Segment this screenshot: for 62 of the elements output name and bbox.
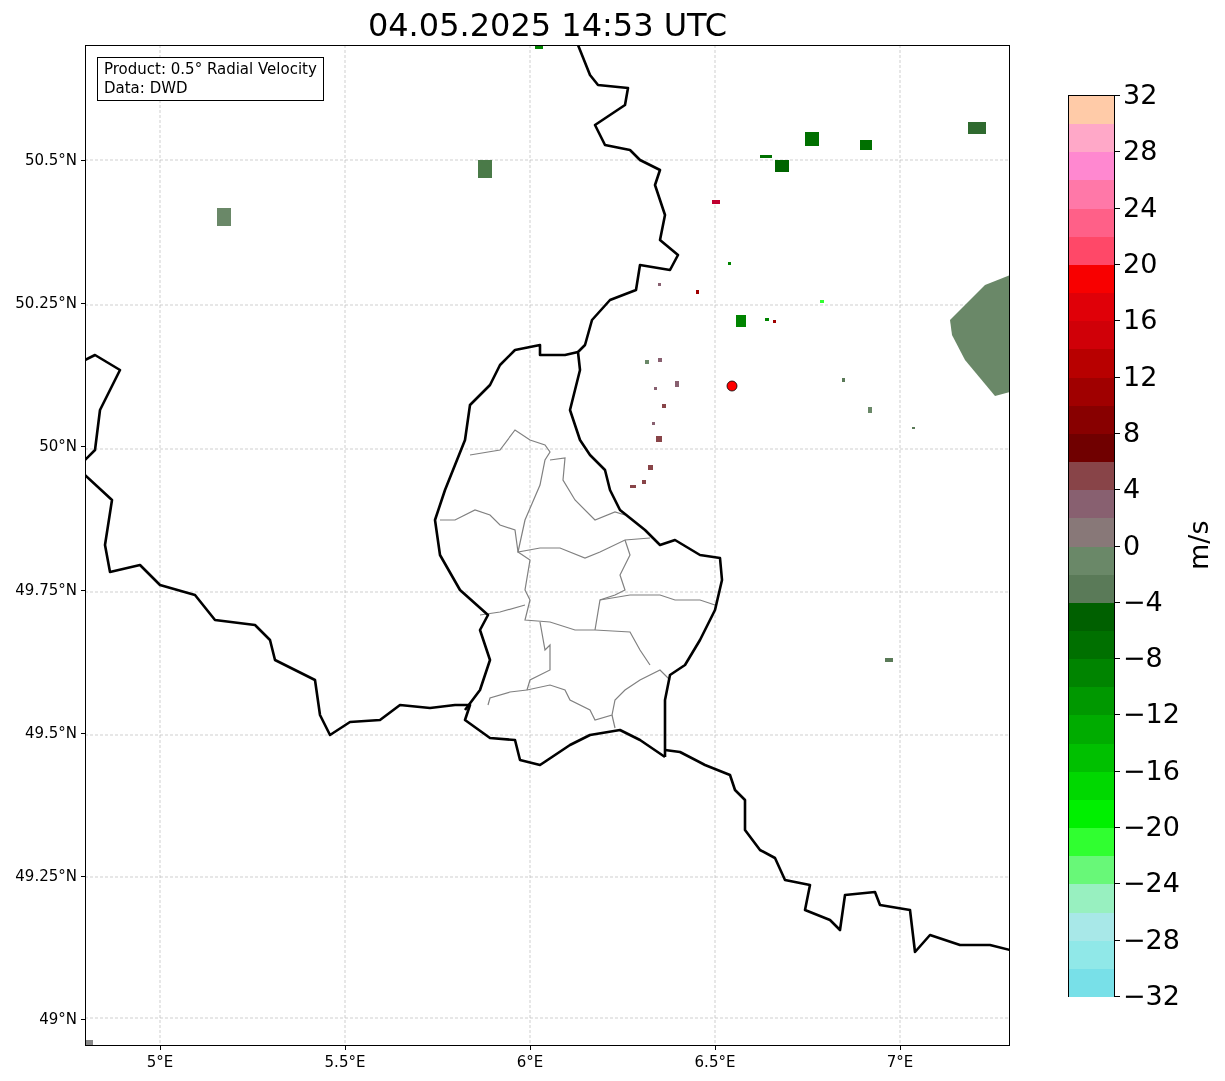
radar-echo — [760, 155, 772, 158]
radar-echo — [478, 160, 492, 178]
colorbar-tick-label: −12 — [1123, 698, 1180, 731]
radar-echo — [842, 378, 845, 382]
colorbar-tick-label: 12 — [1123, 360, 1158, 393]
radar-echo — [775, 160, 789, 172]
radar-echo — [860, 140, 872, 150]
radar-echo — [696, 290, 699, 294]
axis-tick-label: 7°E — [885, 1053, 915, 1071]
colorbar-tick-label: 4 — [1123, 473, 1141, 506]
radar-echo — [968, 122, 986, 134]
radar-echo — [675, 381, 679, 387]
axis-tick-label: 6°E — [515, 1053, 545, 1071]
radar-echo — [658, 283, 661, 286]
colorbar-tick-label: −4 — [1123, 585, 1163, 618]
axis-tick-label: 5.5°E — [323, 1053, 367, 1071]
axis-tick-label: 50°N — [39, 437, 77, 456]
axis-tick-label: 50.25°N — [15, 294, 77, 313]
radar-echo — [648, 465, 653, 470]
radar-echo — [728, 262, 731, 265]
radar-echo — [645, 360, 649, 364]
colorbar-tick-label: 0 — [1123, 529, 1141, 562]
colorbar-tick-label: 20 — [1123, 247, 1158, 280]
legend-text: Data: DWD — [104, 79, 189, 98]
colorbar-label: m/s — [1183, 520, 1215, 570]
radar-echo — [656, 436, 662, 442]
colorbar-tick-label: 16 — [1123, 304, 1158, 337]
radar-echo — [86, 1040, 93, 1045]
colorbar-tick-label: 32 — [1123, 79, 1158, 111]
axis-tick-label: 49.75°N — [15, 580, 77, 599]
colorbar-tick-label: −8 — [1123, 642, 1163, 675]
radar-echo — [885, 658, 893, 662]
axis-tick-label: 49°N — [39, 1010, 77, 1029]
radar-echo — [805, 132, 819, 146]
colorbar-tick-label: 24 — [1123, 191, 1158, 224]
axis-tick-label: 49.25°N — [15, 867, 77, 885]
radar-echo — [712, 200, 720, 204]
radar-site-marker — [726, 380, 738, 392]
radar-echo — [662, 404, 666, 408]
radar-echo — [658, 358, 662, 362]
colorbar-tick-label: −20 — [1123, 811, 1180, 844]
axis-tick-label: 6.5°E — [693, 1053, 737, 1071]
radar-echo — [652, 422, 655, 425]
axis-tick-label: 5°E — [145, 1053, 175, 1071]
colorbar-tick-label: −24 — [1123, 867, 1180, 900]
colorbar-tick-label: −16 — [1123, 754, 1180, 787]
radar-echo — [736, 315, 746, 327]
chart-title: 04.05.2025 14:53 UTC — [367, 5, 728, 45]
axis-tick-label: 49.5°N — [24, 723, 77, 742]
colorbar-tick-label: −28 — [1123, 923, 1180, 956]
radar-echo — [654, 387, 657, 390]
colorbar-tick-label: −32 — [1123, 980, 1180, 1012]
radar-echo — [868, 407, 872, 413]
colorbar-tick-label: 8 — [1123, 416, 1141, 449]
radar-echo — [642, 480, 646, 484]
radar-echo — [773, 320, 776, 323]
radar-echo — [820, 300, 824, 303]
legend-text: Product: 0.5° Radial Velocity — [104, 60, 317, 79]
radar-echo — [217, 208, 231, 226]
colorbar-tick-label: 28 — [1123, 135, 1158, 168]
axis-tick-label: 50.5°N — [24, 151, 77, 169]
radar-echo — [535, 46, 543, 49]
